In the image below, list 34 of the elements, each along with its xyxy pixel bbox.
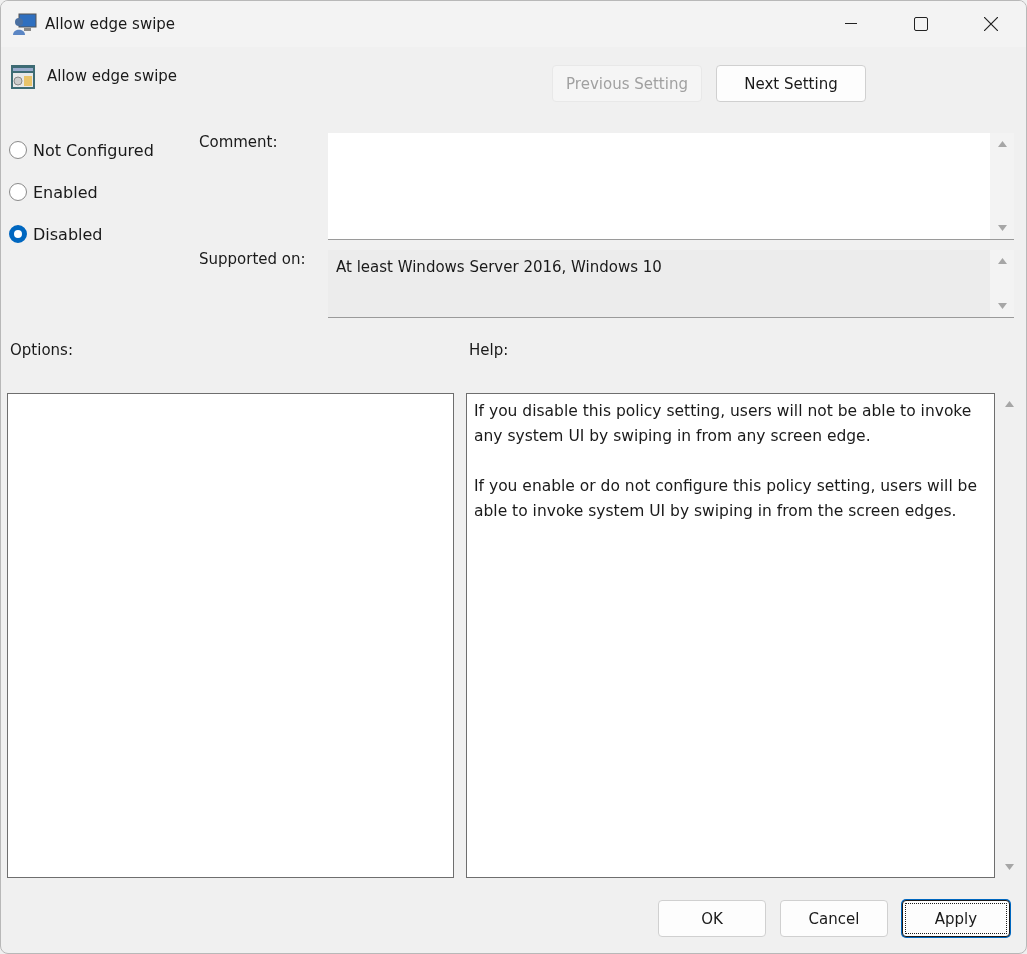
scroll-down-icon[interactable] bbox=[1004, 864, 1014, 870]
supported-on-label: Supported on: bbox=[199, 250, 307, 268]
supported-on-field: At least Windows Server 2016, Windows 10 bbox=[328, 250, 1014, 318]
next-setting-button[interactable]: Next Setting bbox=[716, 65, 866, 102]
radio-button[interactable] bbox=[9, 183, 27, 201]
ok-button[interactable]: OK bbox=[658, 900, 766, 937]
scroll-up-icon[interactable] bbox=[1004, 401, 1014, 407]
help-paragraph: If you enable or do not configure this policy setting, users will be able to invoke system UI by swiping in from the screen edges. bbox=[474, 476, 978, 522]
radio-option[interactable]: Not Configured bbox=[9, 139, 199, 161]
radio-label: Enabled bbox=[33, 182, 98, 202]
setting-title: Allow edge swipe bbox=[47, 67, 179, 85]
radio-option[interactable]: Enabled bbox=[9, 181, 199, 203]
comment-label: Comment: bbox=[199, 133, 279, 151]
computer-user-icon bbox=[13, 13, 37, 35]
comment-field[interactable] bbox=[328, 133, 1014, 240]
radio-button[interactable] bbox=[9, 225, 27, 243]
scroll-down-icon[interactable] bbox=[997, 225, 1007, 231]
help-paragraph: If you disable this policy setting, users will not be able to invoke any system UI by swiping in from any screen edge. bbox=[474, 401, 973, 447]
policy-setting-icon bbox=[11, 65, 35, 89]
apply-button[interactable]: Apply bbox=[902, 900, 1010, 937]
cancel-button[interactable]: Cancel bbox=[780, 900, 888, 937]
radio-label: Disabled bbox=[33, 224, 103, 244]
minimize-icon bbox=[845, 23, 857, 25]
window-title: Allow edge swipe bbox=[45, 15, 177, 33]
scroll-down-icon[interactable] bbox=[997, 303, 1007, 309]
radio-button[interactable] bbox=[9, 141, 27, 159]
maximize-icon bbox=[914, 17, 928, 31]
radio-option[interactable]: Disabled bbox=[9, 223, 199, 245]
scroll-up-icon[interactable] bbox=[997, 258, 1007, 264]
options-label: Options: bbox=[10, 341, 74, 361]
close-icon bbox=[984, 17, 998, 31]
radio-label: Not Configured bbox=[33, 140, 154, 160]
help-label: Help: bbox=[469, 341, 510, 361]
scroll-up-icon[interactable] bbox=[997, 141, 1007, 147]
